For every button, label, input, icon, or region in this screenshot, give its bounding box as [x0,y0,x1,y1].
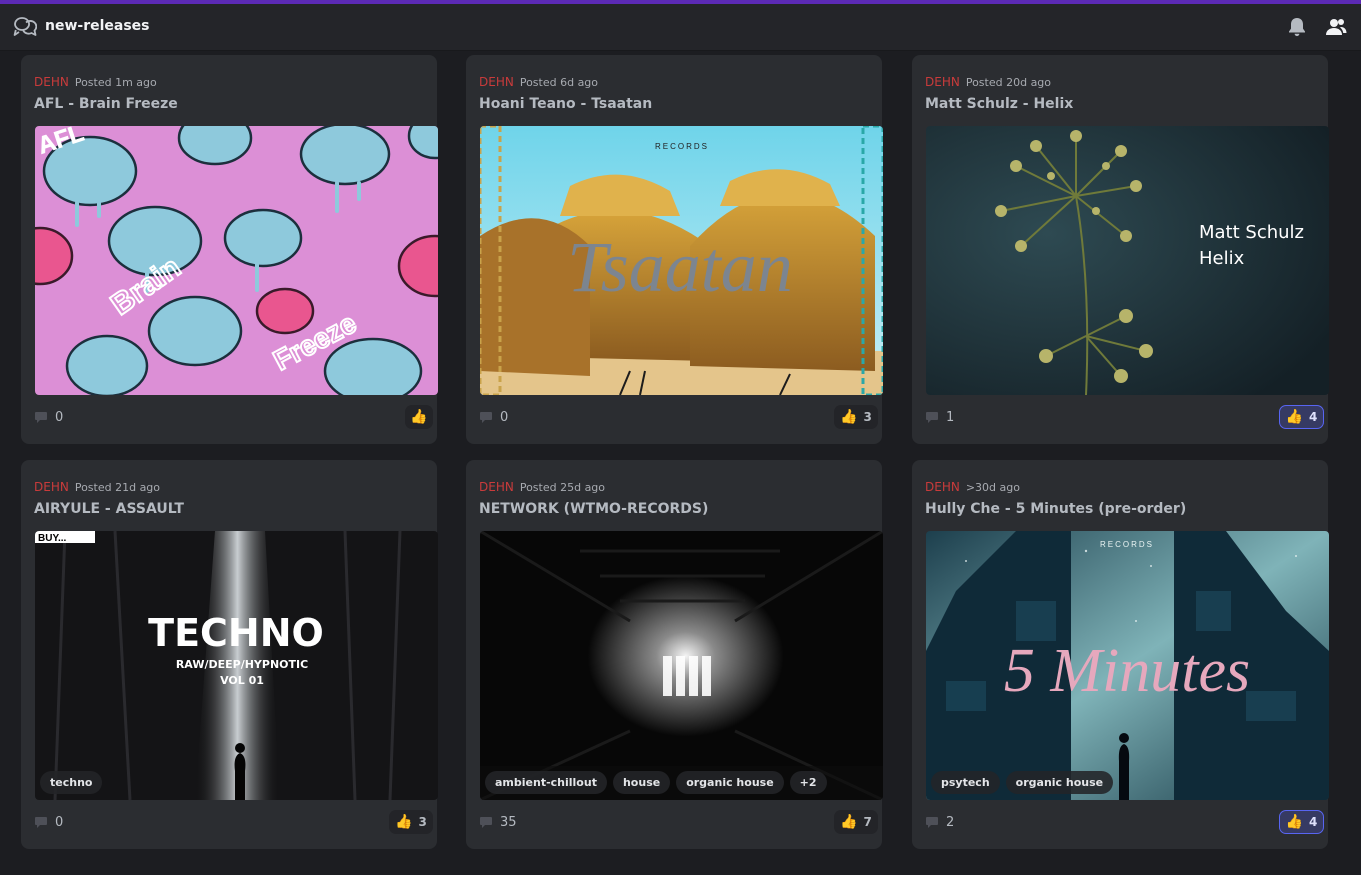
cover-art[interactable]: Matt Schulz Helix [926,126,1329,395]
comment-count-value: 2 [946,815,955,830]
reaction-button[interactable]: 👍 3 [389,810,433,834]
tag-list: techno [40,771,103,794]
comment-count[interactable]: 0 [35,815,63,830]
channel-name: new-releases [45,18,150,34]
art-text: Matt Schulz [1199,222,1304,243]
comment-icon [35,817,47,828]
cover-art[interactable]: AFL Brain Freeze [35,126,438,395]
art-text: RECORDS [1100,540,1154,549]
comment-count[interactable]: 0 [35,410,63,425]
reaction-button[interactable]: 👍 3 [834,405,878,429]
bell-icon[interactable] [1286,16,1308,38]
post-time: Posted 20d ago [965,76,1052,89]
comment-icon [35,412,47,423]
post-card[interactable]: DEHN Posted 6d ago Hoani Teano - Tsaatan … [466,55,883,444]
post-card[interactable]: DEHN Posted 1m ago AFL - Brain Freeze AFL [21,55,438,444]
post-author[interactable]: DEHN [34,75,69,89]
art-text: RECORDS [655,142,709,151]
post-title[interactable]: Hully Che - 5 Minutes (pre-order) [925,501,1186,517]
reaction-button[interactable]: 👍 4 [1279,405,1324,429]
members-icon[interactable] [1325,16,1347,38]
thumbs-up-icon: 👍 [1285,409,1304,425]
comment-count[interactable]: 1 [926,410,954,425]
reaction-count: 4 [1309,410,1318,424]
art-text: Tsaatan [567,227,792,307]
comment-count-value: 0 [55,815,64,830]
thumbs-up-icon: 👍 [410,409,428,425]
reaction-count: 4 [1309,815,1318,829]
comment-icon [480,412,492,423]
post-author[interactable]: DEHN [479,480,514,494]
thumbs-up-icon: 👍 [1285,814,1304,830]
cover-art[interactable]: RECORDS 5 Minutes psytech organic house [926,531,1329,800]
art-text: 5 Minutes [1004,637,1250,705]
tag-chip[interactable]: ambient-chillout [485,771,607,794]
art-text: TECHNO [148,611,324,655]
comment-icon [926,412,938,423]
post-title[interactable]: Matt Schulz - Helix [925,96,1073,112]
post-title[interactable]: AIRYULE - ASSAULT [34,501,184,517]
tag-list: ambient-chillout house organic house +2 [485,771,827,794]
post-card[interactable]: DEHN Posted 21d ago AIRYULE - ASSAULT BUY… [21,460,438,849]
cover-art[interactable]: ambient-chillout house organic house +2 [480,531,883,800]
post-meta: DEHN >30d ago [925,480,1020,494]
comment-count[interactable]: 0 [480,410,508,425]
post-card[interactable]: DEHN Posted 25d ago NETWORK (WTMO-RECORDS… [466,460,883,849]
cover-art[interactable]: BUY... TECHNO RAW/DEEP/HYPNOTIC VOL 01 t… [35,531,438,800]
post-author[interactable]: DEHN [479,75,514,89]
art-text: Helix [1199,248,1245,269]
cover-art[interactable]: RECORDS Tsaatan [480,126,883,395]
reaction-button[interactable]: 👍 4 [1279,810,1324,834]
comment-icon [480,817,492,828]
reaction-button[interactable]: 👍 [405,405,433,429]
channel-header: new-releases [0,4,1361,51]
tag-chip[interactable]: techno [40,771,103,794]
post-author[interactable]: DEHN [925,75,960,89]
post-time: Posted 25d ago [519,481,606,494]
post-title[interactable]: NETWORK (WTMO-RECORDS) [479,501,708,517]
post-title[interactable]: AFL - Brain Freeze [34,96,178,112]
art-text: BUY... [38,533,67,544]
reaction-count: 7 [863,815,872,829]
post-meta: DEHN Posted 6d ago [479,75,598,89]
post-time: Posted 21d ago [74,481,161,494]
post-meta: DEHN Posted 1m ago [34,75,157,89]
reaction-button[interactable]: 👍 7 [834,810,878,834]
forum-channel-icon [13,17,37,36]
post-time: >30d ago [965,481,1020,494]
comment-count[interactable]: 2 [926,815,954,830]
post-author[interactable]: DEHN [925,480,960,494]
comment-count-value: 35 [500,815,517,830]
tag-chip[interactable]: organic house [1005,771,1114,794]
comment-count[interactable]: 35 [480,815,517,830]
art-text: VOL 01 [220,674,264,687]
post-card[interactable]: DEHN Posted 20d ago Matt Schulz - Helix M… [912,55,1329,444]
post-meta: DEHN Posted 21d ago [34,480,160,494]
post-meta: DEHN Posted 20d ago [925,75,1051,89]
thumbs-up-icon: 👍 [395,814,413,830]
tag-chip[interactable]: house [612,771,671,794]
reaction-count: 3 [418,815,427,829]
art-text: RAW/DEEP/HYPNOTIC [176,658,308,671]
comment-count-value: 0 [500,410,509,425]
tag-chip[interactable]: psytech [931,771,1000,794]
thumbs-up-icon: 👍 [840,814,858,830]
post-title[interactable]: Hoani Teano - Tsaatan [479,96,652,112]
post-time: Posted 6d ago [519,76,599,89]
post-meta: DEHN Posted 25d ago [479,480,605,494]
post-time: Posted 1m ago [74,76,157,89]
comment-icon [926,817,938,828]
post-card[interactable]: DEHN >30d ago Hully Che - 5 Minutes (pre-… [912,460,1329,849]
post-author[interactable]: DEHN [34,480,69,494]
comment-count-value: 0 [55,410,64,425]
reaction-count: 3 [863,410,872,424]
thumbs-up-icon: 👍 [840,409,858,425]
tag-more-chip[interactable]: +2 [789,771,827,794]
tag-chip[interactable]: organic house [676,771,784,794]
comment-count-value: 1 [946,410,955,425]
tag-list: psytech organic house [931,771,1114,794]
